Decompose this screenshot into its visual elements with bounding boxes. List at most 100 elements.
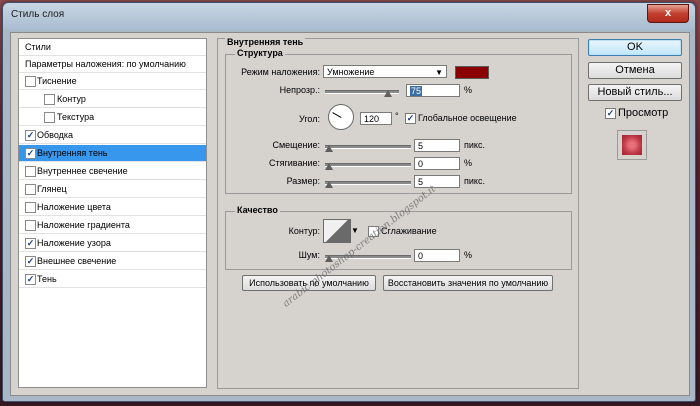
dialog-body: Стили Параметры наложения: по умолчанию … — [10, 32, 690, 396]
noise-input[interactable]: 0 — [414, 249, 460, 262]
style-item-checkbox[interactable] — [25, 220, 36, 231]
choke-slider-thumb[interactable] — [325, 163, 333, 170]
distance-label: Смещение: — [272, 140, 320, 150]
size-input[interactable]: 5 — [414, 175, 460, 188]
distance-value: 5 — [418, 141, 424, 151]
choke-label: Стягивание: — [269, 158, 320, 168]
style-item[interactable]: Текстура — [19, 109, 206, 126]
style-preview-thumbnail — [617, 130, 647, 160]
noise-label: Шум: — [298, 250, 320, 260]
style-item[interactable]: Внутреннее свечение — [19, 163, 206, 180]
choke-value: 0 — [418, 159, 424, 169]
quality-title: Качество — [235, 205, 280, 215]
chevron-down-icon[interactable]: ▼ — [351, 226, 359, 235]
contour-picker[interactable] — [323, 219, 351, 243]
opacity-input[interactable]: 75 — [406, 84, 460, 97]
angle-input[interactable]: 120 — [360, 112, 392, 125]
style-item-label: Обводка — [37, 130, 74, 140]
distance-unit: пикс. — [464, 140, 485, 150]
style-item-checkbox[interactable]: ✓ — [25, 148, 36, 159]
angle-label: Угол: — [299, 114, 320, 124]
style-item-checkbox[interactable] — [25, 76, 36, 87]
size-slider-thumb[interactable] — [325, 181, 333, 188]
shadow-color-swatch[interactable] — [455, 66, 489, 79]
distance-input[interactable]: 5 — [414, 139, 460, 152]
style-item[interactable]: Наложение градиента — [19, 217, 206, 234]
opacity-label: Непрозр.: — [279, 85, 320, 95]
styles-list: Стили Параметры наложения: по умолчанию … — [18, 38, 207, 388]
style-item-checkbox[interactable] — [44, 94, 55, 105]
angle-dial[interactable] — [328, 104, 354, 130]
style-item[interactable]: ✓ Наложение узора — [19, 235, 206, 252]
style-item[interactable]: ✓ Тень — [19, 271, 206, 288]
close-button[interactable]: x — [647, 4, 689, 23]
style-item-label: Внутреннее свечение — [37, 166, 128, 176]
choke-unit: % — [464, 158, 473, 168]
style-item-label: Глянец — [37, 184, 67, 194]
global-light-checkbox[interactable]: ✓ — [405, 113, 416, 124]
choke-input[interactable]: 0 — [414, 157, 460, 170]
style-item[interactable]: Наложение цвета — [19, 199, 206, 216]
style-item[interactable]: Глянец — [19, 181, 206, 198]
style-item-label: Контур — [57, 94, 86, 104]
distance-slider[interactable] — [325, 145, 411, 149]
style-item[interactable]: Контур — [19, 91, 206, 108]
style-item-label: Внешнее свечение — [37, 256, 117, 266]
style-item-label: Тиснение — [37, 76, 77, 86]
style-item-checkbox[interactable]: ✓ — [25, 256, 36, 267]
style-item-label: Тень — [37, 274, 57, 284]
style-item-checkbox[interactable]: ✓ — [25, 238, 36, 249]
angle-value: 120 — [364, 114, 380, 124]
styles-header-label: Стили — [25, 42, 51, 52]
noise-unit: % — [464, 250, 473, 260]
style-item[interactable]: ✓ Внутренняя тень — [19, 145, 206, 162]
style-item-checkbox[interactable] — [25, 184, 36, 195]
style-item-checkbox[interactable] — [44, 112, 55, 123]
opacity-unit: % — [464, 85, 473, 95]
opacity-value: 75 — [410, 86, 423, 96]
style-item-checkbox[interactable] — [25, 202, 36, 213]
new-style-button[interactable]: Новый стиль... — [588, 84, 682, 101]
distance-slider-thumb[interactable] — [325, 145, 333, 152]
ok-button[interactable]: OK — [588, 39, 682, 56]
window-title: Стиль слоя — [11, 9, 65, 20]
title-bar[interactable]: Стиль слоя x — [3, 3, 695, 30]
angle-unit: ° — [395, 111, 399, 121]
style-item-checkbox[interactable]: ✓ — [25, 130, 36, 141]
size-value: 5 — [418, 177, 424, 187]
choke-slider[interactable] — [325, 163, 411, 167]
size-label: Размер: — [286, 176, 320, 186]
blend-mode-value: Умножение — [327, 67, 375, 77]
angle-needle-icon — [332, 112, 342, 118]
preview-swatch — [622, 135, 642, 155]
style-item-checkbox[interactable]: ✓ — [25, 274, 36, 285]
blending-options-item[interactable]: Параметры наложения: по умолчанию — [19, 56, 206, 73]
style-item-label: Наложение цвета — [37, 202, 111, 212]
noise-value: 0 — [418, 251, 424, 261]
style-item-label: Наложение узора — [37, 238, 111, 248]
checkmark-icon: ✓ — [606, 108, 615, 118]
blend-mode-dropdown[interactable]: Умножение ▼ — [323, 65, 447, 78]
preview-checkbox[interactable]: ✓ — [605, 108, 616, 119]
preview-label: Просмотр — [618, 107, 669, 119]
checkmark-icon: ✓ — [406, 113, 415, 123]
chevron-down-icon: ▼ — [435, 68, 443, 77]
style-item-label: Наложение градиента — [37, 220, 130, 230]
style-item-label: Текстура — [57, 112, 95, 122]
opacity-slider-thumb[interactable] — [384, 90, 392, 97]
panel-title: Внутренняя тень — [225, 37, 306, 47]
size-slider[interactable] — [325, 181, 411, 185]
cancel-button[interactable]: Отмена — [588, 62, 682, 79]
global-light-label: Глобальное освещение — [418, 113, 517, 123]
reset-default-button[interactable]: Восстановить значения по умолчанию — [383, 275, 553, 291]
contour-label: Контур: — [288, 226, 320, 236]
style-item[interactable]: Тиснение — [19, 73, 206, 90]
layer-style-dialog: Стиль слоя x Стили Параметры наложения: … — [2, 2, 696, 402]
style-item[interactable]: ✓ Обводка — [19, 127, 206, 144]
structure-title: Структура — [235, 48, 285, 58]
styles-header[interactable]: Стили — [19, 39, 206, 56]
style-item-checkbox[interactable] — [25, 166, 36, 177]
blending-options-label: Параметры наложения: по умолчанию — [25, 59, 186, 69]
style-item[interactable]: ✓ Внешнее свечение — [19, 253, 206, 270]
style-item-label: Внутренняя тень — [37, 148, 108, 158]
